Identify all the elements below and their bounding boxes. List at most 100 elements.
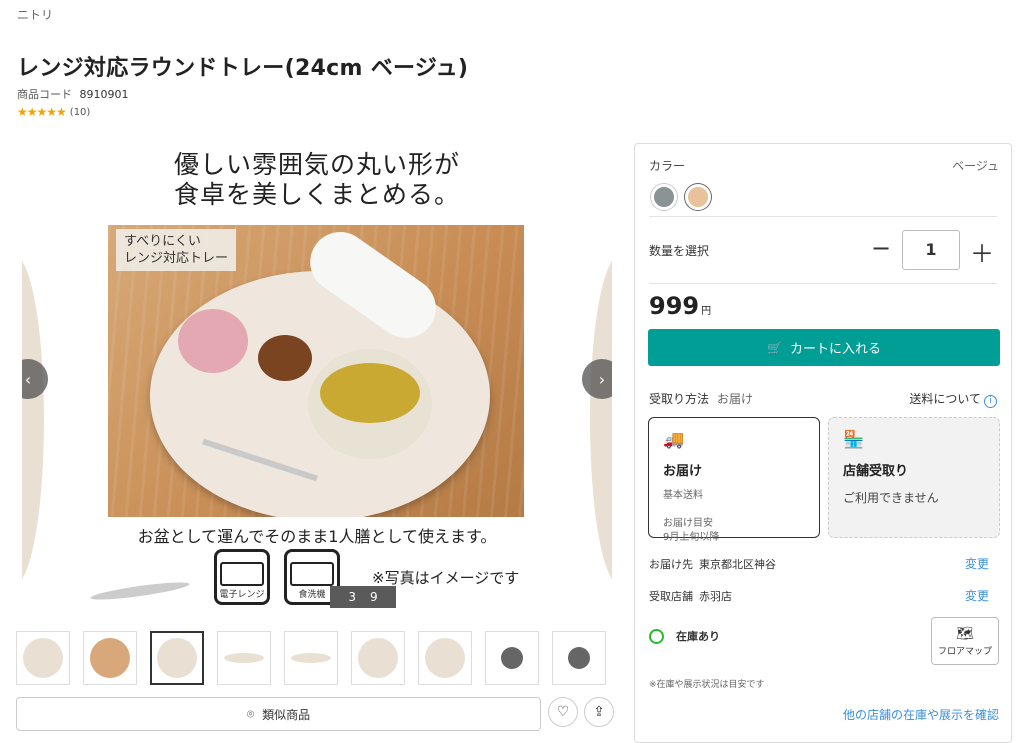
- other-stores-link[interactable]: 他の店舗の在庫や展示を確認: [843, 706, 999, 723]
- delivery-sub1: 基本送料: [663, 490, 703, 501]
- product-code-label: 商品コード: [17, 88, 72, 101]
- next-image-button[interactable]: ›: [582, 359, 612, 399]
- stock-note: ※在庫や展示状況は目安です: [649, 680, 765, 690]
- qty-plus-button[interactable]: ＋: [970, 234, 994, 269]
- sweet2-shape: [258, 335, 312, 381]
- delivery-destination: お届け先 東京都北区神谷: [649, 556, 776, 572]
- prev-slide-peek: [22, 255, 44, 585]
- shipping-label: 送料について: [909, 392, 981, 406]
- store-pickup-title: 店舗受取り: [843, 464, 909, 479]
- sweet-shape: [178, 309, 248, 373]
- prev-image-button[interactable]: ‹: [22, 359, 48, 399]
- stock-status: 在庫あり: [649, 628, 720, 644]
- teacup-shape: [308, 349, 432, 459]
- feature-icons: 電子レンジ 食洗機 ※写真はイメージです: [89, 547, 519, 607]
- price-unit: 円: [701, 306, 712, 317]
- purchase-panel: カラー ベージュ 数量を選択 − 1 ＋ 999 円 🛒 カートに入れる 受取り方…: [634, 143, 1012, 743]
- product-title: レンジ対応ラウンドトレー(24cm ベージュ): [17, 56, 469, 81]
- main-product-image: 優しい雰囲気の丸い形が 食卓を美しくまとめる。 すべりにくい レンジ対応トレー …: [70, 145, 564, 615]
- delivery-option-title: お届け: [663, 464, 703, 479]
- stock-label: 在庫あり: [676, 630, 720, 643]
- similar-products-button[interactable]: ⌾ 類似商品: [16, 697, 541, 731]
- store-pickup-unavailable: ご利用できません: [843, 491, 939, 505]
- quantity-input[interactable]: 1: [902, 230, 960, 270]
- store-label: 受取店舗: [649, 590, 693, 603]
- thumbnail-image: [358, 638, 398, 678]
- change-destination-link[interactable]: 変更: [965, 555, 989, 572]
- quantity-label: 数量を選択: [649, 244, 710, 258]
- change-store-link[interactable]: 変更: [965, 587, 989, 604]
- qty-minus-button[interactable]: −: [871, 234, 891, 262]
- delivery-option-details: 基本送料 お届け目安 9月上旬以降: [663, 489, 805, 545]
- color-label: カラー: [649, 159, 686, 173]
- in-stock-icon: [649, 628, 664, 644]
- map-icon: 🗺: [956, 626, 974, 642]
- next-slide-peek: [590, 255, 612, 585]
- caption-line-2: 食卓を美しくまとめる。: [173, 180, 460, 209]
- favorite-button[interactable]: ♡: [548, 697, 578, 727]
- delivery-option-card[interactable]: 🚚 お届け 基本送料 お届け目安 9月上旬以降: [648, 417, 820, 543]
- thumbnail-image: [23, 638, 63, 678]
- rating[interactable]: ★★★★★ (10): [17, 105, 90, 119]
- brand-link[interactable]: ニトリ: [17, 6, 53, 23]
- add-to-cart-button[interactable]: 🛒 カートに入れる: [648, 329, 1000, 366]
- thumbnail[interactable]: [150, 631, 204, 685]
- product-code: 商品コード 8910901: [17, 86, 129, 102]
- divider: [649, 283, 997, 284]
- price-value: 999: [649, 292, 700, 320]
- image-gallery: 優しい雰囲気の丸い形が 食卓を美しくまとめる。 すべりにくい レンジ対応トレー …: [22, 145, 612, 615]
- share-button[interactable]: ⇪: [584, 697, 614, 727]
- thumbnail-image: [568, 647, 590, 669]
- pickup-store: 受取店舗 赤羽店: [649, 588, 732, 604]
- slide-total: 9: [370, 590, 378, 604]
- delivery-sub3: 9月上旬以降: [663, 532, 720, 543]
- shipping-info-link[interactable]: 送料について i: [909, 390, 997, 408]
- thumbnail[interactable]: [351, 631, 405, 685]
- thumbnail-image: [90, 638, 130, 678]
- delivery-sub2: お届け目安: [663, 518, 713, 529]
- photo-tag: すべりにくい レンジ対応トレー: [116, 229, 237, 271]
- thumbnail-image: [157, 638, 197, 678]
- thumbnail[interactable]: [418, 631, 472, 685]
- thumbnail[interactable]: [485, 631, 539, 685]
- floor-map-label: フロアマップ: [937, 647, 992, 657]
- similar-icon: ⌾: [246, 706, 255, 721]
- caption-line-1: 優しい雰囲気の丸い形が: [173, 150, 460, 179]
- dest-value: 東京都北区神谷: [699, 558, 776, 571]
- info-icon: i: [984, 395, 997, 408]
- add-to-cart-label: カートに入れる: [789, 342, 881, 357]
- receive-value: お届け: [717, 392, 754, 406]
- color-swatch-beige[interactable]: [685, 184, 711, 210]
- thumbnail-strip: [16, 631, 606, 685]
- color-value: ベージュ: [952, 159, 999, 173]
- tag-line-1: すべりにくい: [124, 234, 201, 249]
- slide-current: 3: [348, 590, 356, 604]
- truck-icon: 🚚: [663, 430, 685, 450]
- product-photo: すべりにくい レンジ対応トレー: [108, 225, 524, 517]
- thumbnail[interactable]: [284, 631, 338, 685]
- store-pickup-option-card: 🏪 店舗受取り ご利用できません: [828, 417, 1000, 538]
- share-icon: ⇪: [593, 704, 605, 720]
- thumbnail[interactable]: [16, 631, 70, 685]
- divider: [649, 216, 997, 217]
- thumbnail[interactable]: [217, 631, 271, 685]
- cart-icon: 🛒: [767, 340, 782, 355]
- thumbnail[interactable]: [552, 631, 606, 685]
- thumbnail-image: [501, 647, 523, 669]
- price: 999 円: [649, 292, 711, 320]
- color-swatch-gray[interactable]: [651, 184, 677, 210]
- thumbnail-image: [291, 653, 331, 663]
- review-count[interactable]: (10): [70, 107, 91, 118]
- store-value: 赤羽店: [699, 590, 732, 603]
- receive-method: 受取り方法 お届け: [649, 390, 753, 407]
- image-caption-bottom: お盆として運んでそのまま1人膳として使えます。: [137, 527, 497, 546]
- receive-label: 受取り方法: [649, 392, 710, 406]
- floor-map-button[interactable]: 🗺 フロアマップ: [931, 617, 999, 665]
- heart-icon: ♡: [556, 704, 570, 720]
- image-caption-top: 優しい雰囲気の丸い形が 食卓を美しくまとめる。: [70, 150, 564, 210]
- carry-tray-icon: [89, 552, 200, 603]
- tag-line-2: レンジ対応トレー: [124, 251, 229, 266]
- thumbnail[interactable]: [83, 631, 137, 685]
- dest-label: お届け先: [649, 558, 693, 571]
- microwave-label: 電子レンジ: [219, 590, 265, 600]
